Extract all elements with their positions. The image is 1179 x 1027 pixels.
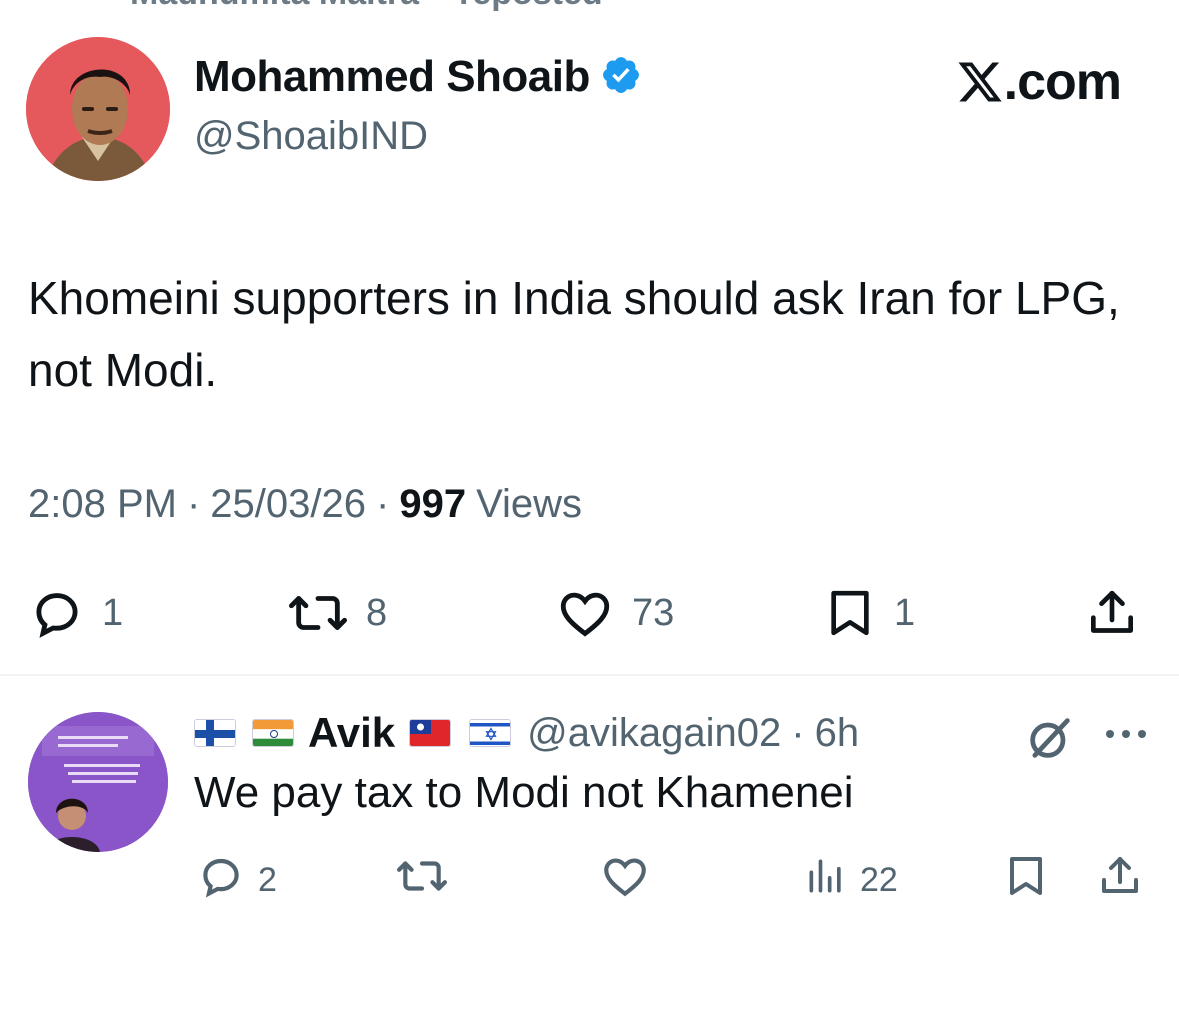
reply-reply-count: 2 bbox=[258, 860, 277, 899]
reply-repost-button[interactable] bbox=[394, 850, 450, 910]
author-display-name[interactable]: Mohammed Shoaib bbox=[194, 52, 590, 102]
reply-like-button[interactable] bbox=[598, 850, 652, 910]
bookmark-count: 1 bbox=[894, 591, 916, 634]
share-icon bbox=[1084, 584, 1140, 642]
divider bbox=[0, 674, 1179, 676]
reply-time[interactable]: 6h bbox=[815, 711, 860, 756]
author-avatar[interactable] bbox=[26, 37, 170, 181]
reply-views-button[interactable]: 22 bbox=[804, 850, 898, 910]
heart-icon bbox=[554, 584, 616, 642]
heart-icon bbox=[598, 851, 652, 910]
like-count: 73 bbox=[632, 591, 675, 634]
xcom-watermark: .com bbox=[956, 52, 1122, 112]
reply-avatar[interactable] bbox=[28, 712, 168, 852]
reply-count: 1 bbox=[102, 591, 124, 634]
grok-icon[interactable] bbox=[1024, 712, 1076, 769]
share-button[interactable] bbox=[1084, 580, 1140, 646]
verified-badge-icon bbox=[600, 54, 642, 101]
reply-button[interactable]: 1 bbox=[28, 580, 123, 646]
reply-bookmark-button[interactable] bbox=[1002, 850, 1050, 910]
repost-banner-label: reposted bbox=[459, 0, 603, 13]
views-label: Views bbox=[476, 482, 583, 526]
bookmark-button[interactable]: 1 bbox=[822, 580, 915, 646]
meta-separator: · bbox=[186, 482, 201, 526]
reply-icon bbox=[28, 584, 86, 642]
more-options-icon[interactable] bbox=[1104, 726, 1148, 747]
share-icon bbox=[1096, 851, 1144, 910]
bookmark-icon bbox=[822, 584, 878, 642]
repost-banner: Madhumita Maitra reposted bbox=[130, 0, 603, 12]
reply-handle[interactable]: @avikagain02 bbox=[527, 711, 781, 756]
views-count[interactable]: 997 bbox=[399, 482, 466, 527]
reply-display-name[interactable]: Avik bbox=[308, 709, 395, 757]
reply-views-count: 22 bbox=[860, 860, 898, 899]
tweet-text: Khomeini supporters in India should ask … bbox=[28, 272, 1120, 396]
taiwan-flag-icon bbox=[409, 719, 452, 747]
x-logo-icon bbox=[956, 58, 1004, 106]
repost-button[interactable]: 8 bbox=[286, 580, 387, 646]
analytics-icon bbox=[804, 851, 848, 910]
reply-share-button[interactable] bbox=[1096, 850, 1144, 910]
reply-icon bbox=[196, 851, 246, 910]
reply-header: Avik @avikagain02 · 6h bbox=[194, 708, 859, 758]
reply-reply-button[interactable]: 2 bbox=[196, 850, 277, 910]
author-info: Mohammed Shoaib @ShoaibIND bbox=[194, 52, 642, 159]
repost-icon bbox=[286, 584, 350, 642]
xcom-text: .com bbox=[1003, 53, 1122, 111]
meta-separator: · bbox=[376, 482, 390, 526]
reply-text: We pay tax to Modi not Khamenei bbox=[194, 768, 854, 817]
tweet-action-bar: 1 8 73 1 bbox=[0, 580, 1179, 646]
like-button[interactable]: 73 bbox=[554, 580, 674, 646]
finland-flag-icon bbox=[194, 719, 236, 747]
author-handle[interactable]: @ShoaibIND bbox=[194, 114, 642, 159]
repost-banner-name: Madhumita Maitra bbox=[130, 0, 419, 13]
reply-separator: · bbox=[791, 710, 805, 755]
reply-action-bar: 2 22 bbox=[0, 850, 1179, 910]
tweet-date[interactable]: 25/03/26 bbox=[210, 482, 366, 527]
tweet-time[interactable]: 2:08 PM bbox=[28, 482, 177, 527]
bookmark-icon bbox=[1002, 851, 1050, 910]
india-flag-icon bbox=[252, 719, 294, 747]
repost-icon bbox=[394, 851, 450, 910]
tweet-meta: 2:08 PM · 25/03/26 · 997 Views bbox=[28, 482, 582, 527]
israel-flag-icon bbox=[469, 719, 512, 747]
repost-count: 8 bbox=[366, 591, 388, 634]
